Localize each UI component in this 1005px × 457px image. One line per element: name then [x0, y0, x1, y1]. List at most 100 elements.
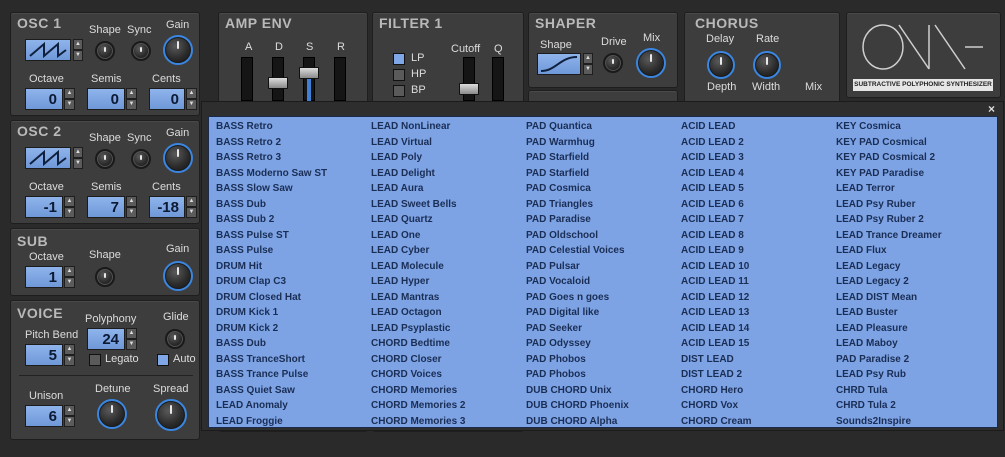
preset-item[interactable]: LEAD DIST Mean — [836, 290, 991, 306]
osc2-semis-stepper[interactable]: 7 ▲ ▼ — [87, 196, 137, 218]
preset-item[interactable]: LEAD Aura — [371, 181, 526, 197]
osc1-octave-stepper[interactable]: 0 ▲ ▼ — [25, 88, 75, 110]
preset-item[interactable]: CHORD Cream — [681, 414, 836, 430]
preset-item[interactable]: LEAD Psy Rub — [836, 367, 991, 383]
preset-item[interactable]: PAD Celestial Voices — [526, 243, 681, 259]
preset-item[interactable]: LEAD Virtual — [371, 135, 526, 151]
preset-item[interactable]: ACID LEAD 5 — [681, 181, 836, 197]
unison-value[interactable]: 6 — [25, 405, 63, 427]
sub-octave-value[interactable]: 1 — [25, 266, 63, 288]
osc1-cents-value[interactable]: 0 — [149, 88, 185, 110]
osc2-semis-value[interactable]: 7 — [87, 196, 125, 218]
preset-item[interactable]: LEAD Flux — [836, 243, 991, 259]
preset-item[interactable]: BASS Moderno Saw ST — [216, 166, 371, 182]
preset-item[interactable]: DRUM Kick 1 — [216, 305, 371, 321]
shaper-curve-display[interactable] — [537, 53, 581, 75]
preset-item[interactable]: CHRD Tula — [836, 383, 991, 399]
preset-item[interactable]: LEAD Sweet Bells — [371, 197, 526, 213]
preset-item[interactable]: LEAD Poly — [371, 150, 526, 166]
preset-item[interactable]: ACID LEAD 11 — [681, 274, 836, 290]
preset-item[interactable]: LEAD Buster — [836, 305, 991, 321]
close-icon[interactable]: × — [988, 102, 995, 116]
preset-item[interactable]: BASS Pulse ST — [216, 228, 371, 244]
auto-checkbox[interactable] — [157, 354, 169, 366]
preset-item[interactable]: ACID LEAD 14 — [681, 321, 836, 337]
osc2-shape-knob[interactable] — [95, 149, 115, 169]
preset-item[interactable]: CHORD Memories 2 — [371, 398, 526, 414]
sub-shape-knob[interactable] — [95, 267, 115, 287]
preset-item[interactable]: LEAD Legacy 2 — [836, 274, 991, 290]
preset-item[interactable]: LEAD Delight — [371, 166, 526, 182]
preset-item[interactable]: KEY PAD Cosmical — [836, 135, 991, 151]
decay-fader-handle[interactable] — [268, 77, 288, 89]
filter-mode-hp-radio[interactable] — [393, 69, 405, 81]
preset-item[interactable]: LEAD One — [371, 228, 526, 244]
preset-item[interactable]: DRUM Hit — [216, 259, 371, 275]
preset-item[interactable]: PAD Starfield — [526, 150, 681, 166]
preset-item[interactable]: ACID LEAD 7 — [681, 212, 836, 228]
preset-item[interactable]: ACID LEAD 6 — [681, 197, 836, 213]
filter-mode-bp-radio[interactable] — [393, 85, 405, 97]
preset-item[interactable]: ACID LEAD 3 — [681, 150, 836, 166]
preset-item[interactable]: PAD Digital like — [526, 305, 681, 321]
preset-item[interactable]: BASS Slow Saw — [216, 181, 371, 197]
preset-item[interactable]: PAD Warmhug — [526, 135, 681, 151]
preset-item[interactable]: LEAD Legacy — [836, 259, 991, 275]
detune-knob[interactable] — [97, 399, 127, 429]
preset-item[interactable]: LEAD Octagon — [371, 305, 526, 321]
preset-item[interactable]: DUB CHORD Phoenix — [526, 398, 681, 414]
preset-item[interactable]: LEAD Hyper — [371, 274, 526, 290]
preset-item[interactable]: LEAD Terror — [836, 181, 991, 197]
preset-item[interactable]: PAD Cosmica — [526, 181, 681, 197]
preset-item[interactable]: DUB CHORD Unix — [526, 383, 681, 399]
osc2-sync-knob[interactable] — [131, 149, 151, 169]
osc1-semis-stepper[interactable]: 0 ▲ ▼ — [87, 88, 137, 110]
release-fader[interactable] — [334, 57, 346, 101]
preset-item[interactable]: PAD Odyssey — [526, 336, 681, 352]
preset-item[interactable]: LEAD Psyplastic — [371, 321, 526, 337]
preset-item[interactable]: ACID LEAD 13 — [681, 305, 836, 321]
preset-item[interactable]: KEY PAD Paradise — [836, 166, 991, 182]
spread-knob[interactable] — [155, 399, 187, 431]
unison-stepper[interactable]: 6 ▲ ▼ — [25, 405, 75, 427]
preset-item[interactable]: BASS Retro — [216, 119, 371, 135]
shaper-drive-knob[interactable] — [603, 53, 623, 73]
glide-knob[interactable] — [165, 329, 185, 349]
preset-item[interactable]: PAD Triangles — [526, 197, 681, 213]
preset-item[interactable]: LEAD Mantras — [371, 290, 526, 306]
sustain-fader-handle[interactable] — [299, 67, 319, 79]
shaper-curve-stepper[interactable]: ▲ ▼ — [582, 53, 593, 75]
preset-item[interactable]: BASS Retro 2 — [216, 135, 371, 151]
attack-fader[interactable] — [241, 57, 253, 101]
polyphony-stepper[interactable]: 24 ▲ ▼ — [87, 328, 137, 350]
preset-item[interactable]: BASS Pulse — [216, 243, 371, 259]
preset-item[interactable]: BASS Dub 2 — [216, 212, 371, 228]
osc2-octave-stepper[interactable]: -1 ▲ ▼ — [25, 196, 75, 218]
preset-item[interactable]: ACID LEAD — [681, 119, 836, 135]
preset-item[interactable]: KEY PAD Cosmical 2 — [836, 150, 991, 166]
osc2-octave-value[interactable]: -1 — [25, 196, 63, 218]
q-fader[interactable] — [492, 57, 504, 101]
preset-item[interactable]: LEAD Psy Ruber 2 — [836, 212, 991, 228]
preset-item[interactable]: CHORD Memories — [371, 383, 526, 399]
preset-item[interactable]: ACID LEAD 9 — [681, 243, 836, 259]
osc1-semis-value[interactable]: 0 — [87, 88, 125, 110]
osc2-cents-value[interactable]: -18 — [149, 196, 185, 218]
preset-item[interactable]: LEAD Anomaly — [216, 398, 371, 414]
filter-mode-lp-radio[interactable] — [393, 53, 405, 65]
osc2-cents-stepper[interactable]: -18 ▲ ▼ — [149, 196, 197, 218]
preset-item[interactable]: LEAD Molecule — [371, 259, 526, 275]
preset-item[interactable]: PAD Pulsar — [526, 259, 681, 275]
preset-item[interactable]: DIST LEAD 2 — [681, 367, 836, 383]
osc1-waveform-display[interactable] — [25, 39, 71, 61]
preset-item[interactable]: BASS Retro 3 — [216, 150, 371, 166]
preset-item[interactable]: DRUM Kick 2 — [216, 321, 371, 337]
preset-item[interactable]: LEAD Psy Ruber — [836, 197, 991, 213]
preset-item[interactable]: LEAD Trance Dreamer — [836, 228, 991, 244]
preset-item[interactable]: LEAD Cyber — [371, 243, 526, 259]
preset-item[interactable]: ACID LEAD 2 — [681, 135, 836, 151]
preset-item[interactable]: LEAD Froggie — [216, 414, 371, 430]
osc1-shape-knob[interactable] — [95, 41, 115, 61]
preset-item[interactable]: PAD Quantica — [526, 119, 681, 135]
polyphony-value[interactable]: 24 — [87, 328, 125, 350]
